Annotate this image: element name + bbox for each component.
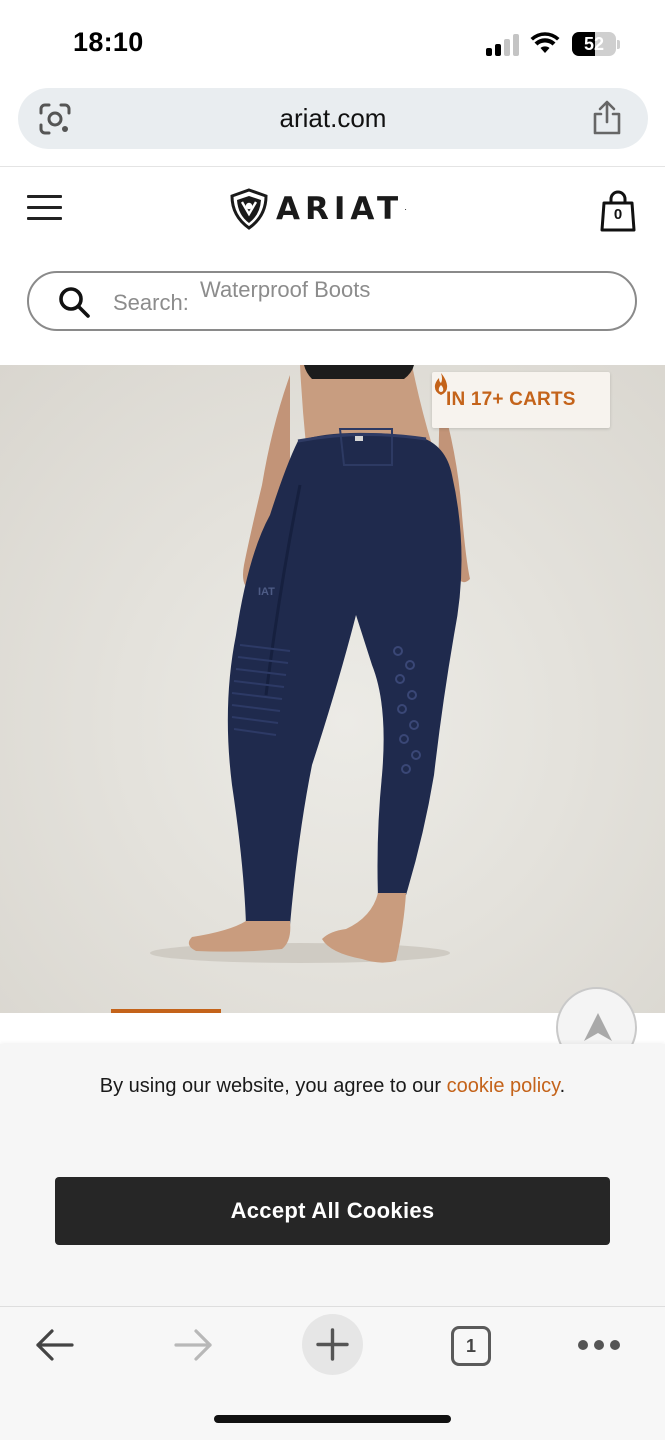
ariat-shield-logo	[230, 188, 268, 230]
google-lens-icon[interactable]	[38, 102, 72, 136]
home-indicator	[214, 1415, 451, 1423]
new-tab-button[interactable]	[302, 1314, 363, 1375]
address-bar[interactable]: ariat.com	[18, 88, 648, 149]
plus-icon	[316, 1328, 349, 1361]
more-icon[interactable]	[578, 1340, 620, 1350]
hamburger-menu-icon[interactable]	[27, 195, 63, 223]
arrow-up-icon	[584, 1013, 612, 1041]
tab-count: 1	[465, 1336, 476, 1356]
cookie-message: By using our website, you agree to our c…	[60, 1072, 605, 1100]
logo-trademark: ·	[404, 204, 408, 214]
url-text[interactable]: ariat.com	[18, 88, 648, 149]
back-arrow-icon[interactable]	[34, 1327, 76, 1363]
search-icon	[59, 287, 90, 318]
accept-all-cookies-button[interactable]: Accept All Cookies	[55, 1177, 610, 1245]
status-bar: 18:10 52	[0, 0, 665, 88]
cart-count: 0	[613, 206, 623, 223]
cellular-signal-icon	[486, 34, 520, 56]
cookie-text: By using our website, you agree to our	[99, 1075, 442, 1097]
search-input[interactable]: Search: Waterproof Boots	[27, 271, 637, 331]
battery-icon: 52	[572, 32, 620, 56]
flame-icon	[434, 373, 448, 395]
logo-wordmark: ARIAT	[276, 191, 404, 227]
wifi-icon	[530, 31, 560, 55]
product-image[interactable]: IAT IN 17+ CARTS	[0, 365, 665, 1013]
cookie-policy-link[interactable]: cookie policy	[447, 1075, 560, 1097]
tabs-icon[interactable]: 1	[451, 1326, 491, 1366]
cookie-banner: By using our website, you agree to our c…	[0, 1044, 665, 1306]
forward-arrow-icon[interactable]	[172, 1327, 214, 1363]
svg-text:IAT: IAT	[258, 586, 275, 598]
site-logo[interactable]: ARIAT ·	[228, 187, 407, 231]
battery-level: 52	[583, 34, 605, 54]
product-photo-legs: IAT	[150, 365, 470, 963]
cookie-period: .	[559, 1075, 566, 1097]
search-placeholder: Waterproof Boots	[200, 277, 371, 302]
site-header: ARIAT · 0 Search: Waterproof Boots	[0, 167, 665, 365]
shopping-bag-icon[interactable]: 0	[599, 189, 637, 233]
in-carts-badge: IN 17+ CARTS	[432, 372, 610, 428]
share-icon[interactable]	[590, 100, 624, 136]
status-time: 18:10	[73, 27, 144, 57]
image-carousel-indicator[interactable]	[111, 1009, 221, 1013]
search-label: Search:	[113, 290, 189, 315]
carts-badge-text: IN 17+ CARTS	[446, 389, 576, 410]
